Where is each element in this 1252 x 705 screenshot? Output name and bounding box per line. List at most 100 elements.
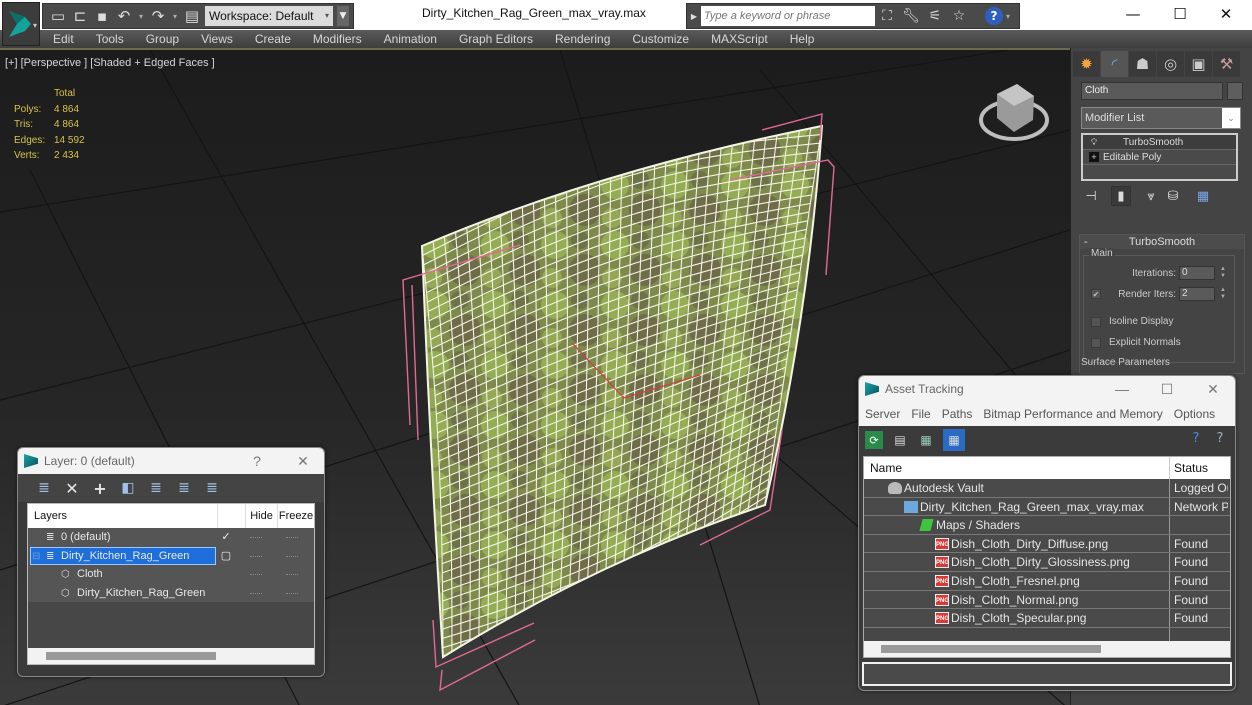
asset-row[interactable]: PNG Dish_Cloth_Dirty_Glossiness.png Found xyxy=(864,553,1230,572)
checkmark-icon[interactable]: ✔ xyxy=(1091,289,1101,299)
window-title-bar[interactable]: Layer: 0 (default) ? ✕ xyxy=(18,448,324,474)
horizontal-scrollbar[interactable] xyxy=(864,641,1230,657)
iterations-input[interactable]: 0 xyxy=(1179,266,1215,280)
modify-tab-icon[interactable]: ◜ xyxy=(1101,51,1128,77)
close-button[interactable]: ✕ xyxy=(288,448,318,474)
menu-file[interactable]: File xyxy=(911,402,941,426)
menu-create[interactable]: Create xyxy=(244,30,302,48)
menu-paths[interactable]: Paths xyxy=(942,402,984,426)
configure-sets-icon[interactable]: ▦ xyxy=(1193,186,1213,206)
layer-row[interactable]: ⊟ ≣ Dirty_Kitchen_Rag_Green ▢ xyxy=(28,546,314,565)
freeze-toggle[interactable] xyxy=(286,574,298,576)
search-input[interactable] xyxy=(701,6,875,26)
set-current-layer-icon[interactable]: ≣ xyxy=(174,478,194,498)
set-current-checkbox-icon[interactable]: ▢ xyxy=(218,547,234,565)
explicit-normals-checkbox[interactable]: Explicit Normals xyxy=(1091,337,1181,348)
horizontal-scrollbar[interactable] xyxy=(28,648,314,664)
star-icon[interactable]: ☆ xyxy=(947,6,971,26)
menu-customize[interactable]: Customize xyxy=(621,30,700,48)
scrollbar-thumb[interactable] xyxy=(46,652,216,660)
expand-plus-icon[interactable]: + xyxy=(1089,152,1099,162)
asset-row[interactable]: PNG Dish_Cloth_Fresnel.png Found xyxy=(864,571,1230,591)
menu-animation[interactable]: Animation xyxy=(373,30,448,48)
lightbulb-icon[interactable]: 💡︎ xyxy=(1089,137,1099,147)
undo-dropdown-icon[interactable]: ▾ xyxy=(137,7,145,25)
asset-path-field[interactable] xyxy=(862,662,1232,686)
asset-row[interactable]: PNG Dish_Cloth_Specular.png Found xyxy=(864,609,1230,628)
app-menu-button[interactable]: ▾ xyxy=(2,2,40,46)
collapse-icon[interactable]: ⊟ xyxy=(32,551,44,562)
add-to-layer-icon[interactable]: + xyxy=(90,478,110,498)
checkbox-icon[interactable] xyxy=(1091,337,1101,348)
layer-row[interactable]: ⬡ Dirty_Kitchen_Rag_Green xyxy=(28,583,314,602)
menu-help[interactable]: Help xyxy=(779,30,826,48)
asset-row[interactable]: PNG Dish_Cloth_Normal.png Found xyxy=(864,590,1230,610)
select-layer-icon[interactable]: ≣ xyxy=(146,478,166,498)
menu-server[interactable]: Server xyxy=(865,402,911,426)
menu-group[interactable]: Group xyxy=(135,30,190,48)
asset-row[interactable]: Maps / Shaders xyxy=(864,516,1230,535)
menu-maxscript[interactable]: MAXScript xyxy=(700,30,779,48)
spinner-arrows-icon[interactable]: ▲ ▼ xyxy=(1218,287,1228,301)
show-end-result-icon[interactable]: ▮ xyxy=(1111,186,1131,206)
remove-modifier-icon[interactable]: ⛁ xyxy=(1163,186,1183,206)
hide-toggle[interactable] xyxy=(250,574,262,576)
modifier-list-dropdown[interactable]: Modifier List ⌄ xyxy=(1081,107,1241,129)
thumbnail-view-icon[interactable]: ▦ xyxy=(917,431,935,449)
maximize-button[interactable]: ☐ xyxy=(1152,376,1182,402)
layer-settings-icon[interactable]: ≣ xyxy=(202,478,222,498)
minimize-button[interactable]: — xyxy=(1110,0,1156,28)
display-tab-icon[interactable]: ▣ xyxy=(1185,51,1212,77)
current-layer-checkmark-icon[interactable]: ✓ xyxy=(218,528,234,546)
expand-arrow-icon[interactable]: ▶ xyxy=(687,12,701,21)
close-button[interactable]: ✕ xyxy=(1203,0,1249,28)
satellite-icon[interactable]: ⚟ xyxy=(923,6,947,26)
hierarchy-tab-icon[interactable]: ☗ xyxy=(1129,51,1156,77)
refresh-icon[interactable]: ⟳ xyxy=(865,431,883,449)
asset-row[interactable]: Dirty_Kitchen_Rag_Green_max_vray.max Net… xyxy=(864,497,1230,517)
freeze-toggle[interactable] xyxy=(286,537,298,539)
rollout-header[interactable]: - TurboSmooth xyxy=(1080,235,1244,249)
close-button[interactable]: ✕ xyxy=(1198,376,1228,402)
stack-item-turbosmooth[interactable]: 💡︎ TurboSmooth xyxy=(1083,135,1236,150)
render-iters-input[interactable]: 2 xyxy=(1179,287,1215,301)
isoline-display-checkbox[interactable]: Isoline Display xyxy=(1091,316,1173,327)
workspace-menu-button[interactable]: ▼ xyxy=(337,6,349,26)
workspace-dropdown[interactable]: Workspace: Default ▾ xyxy=(205,6,333,26)
menu-modifiers[interactable]: Modifiers xyxy=(302,30,373,48)
redo-dropdown-icon[interactable]: ▾ xyxy=(171,7,179,25)
hide-toggle[interactable] xyxy=(250,555,262,558)
menu-edit[interactable]: Edit xyxy=(42,30,85,48)
delete-layer-icon[interactable]: ✕ xyxy=(62,478,82,498)
freeze-toggle[interactable] xyxy=(286,592,298,595)
menu-graph-editors[interactable]: Graph Editors xyxy=(448,30,544,48)
new-file-icon[interactable]: ▭ xyxy=(49,7,67,25)
render-iters-checkbox[interactable]: ✔ xyxy=(1091,289,1109,299)
object-name-field[interactable]: Cloth xyxy=(1081,82,1223,100)
create-tab-icon[interactable]: ✹ xyxy=(1073,51,1100,77)
column-hide[interactable]: Hide xyxy=(246,504,278,528)
binoculars-icon[interactable]: ⛶ xyxy=(875,6,899,26)
column-layers[interactable]: Layers xyxy=(28,504,218,528)
context-help-icon[interactable]: ? xyxy=(1211,431,1229,449)
menu-tools[interactable]: Tools xyxy=(85,30,135,48)
menu-views[interactable]: Views xyxy=(190,30,244,48)
checkbox-icon[interactable] xyxy=(1091,316,1101,327)
help-dropdown-icon[interactable]: ▾ xyxy=(1006,12,1010,21)
table-view-icon[interactable]: ▦ xyxy=(943,429,965,451)
motion-tab-icon[interactable]: ◎ xyxy=(1157,51,1184,77)
select-objects-icon[interactable]: ◧ xyxy=(118,478,138,498)
render-iters-spinner[interactable]: Render Iters: 2 ▲ ▼ xyxy=(1118,287,1228,301)
column-freeze[interactable]: Freeze xyxy=(278,504,314,528)
undo-icon[interactable]: ↶ xyxy=(115,7,133,25)
help-icon[interactable]: ? xyxy=(1187,431,1205,449)
menu-options[interactable]: Options xyxy=(1174,402,1226,426)
layer-row[interactable]: ≣ 0 (default) ✓ xyxy=(28,528,314,547)
redo-icon[interactable]: ↷ xyxy=(149,7,167,25)
utilities-tab-icon[interactable]: ⚒ xyxy=(1213,51,1240,77)
menu-rendering[interactable]: Rendering xyxy=(544,30,621,48)
minimize-button[interactable]: — xyxy=(1107,376,1137,402)
hide-toggle[interactable] xyxy=(250,537,262,539)
save-icon[interactable]: ▪ xyxy=(93,7,111,25)
help-icon[interactable]: ? xyxy=(985,7,1003,25)
